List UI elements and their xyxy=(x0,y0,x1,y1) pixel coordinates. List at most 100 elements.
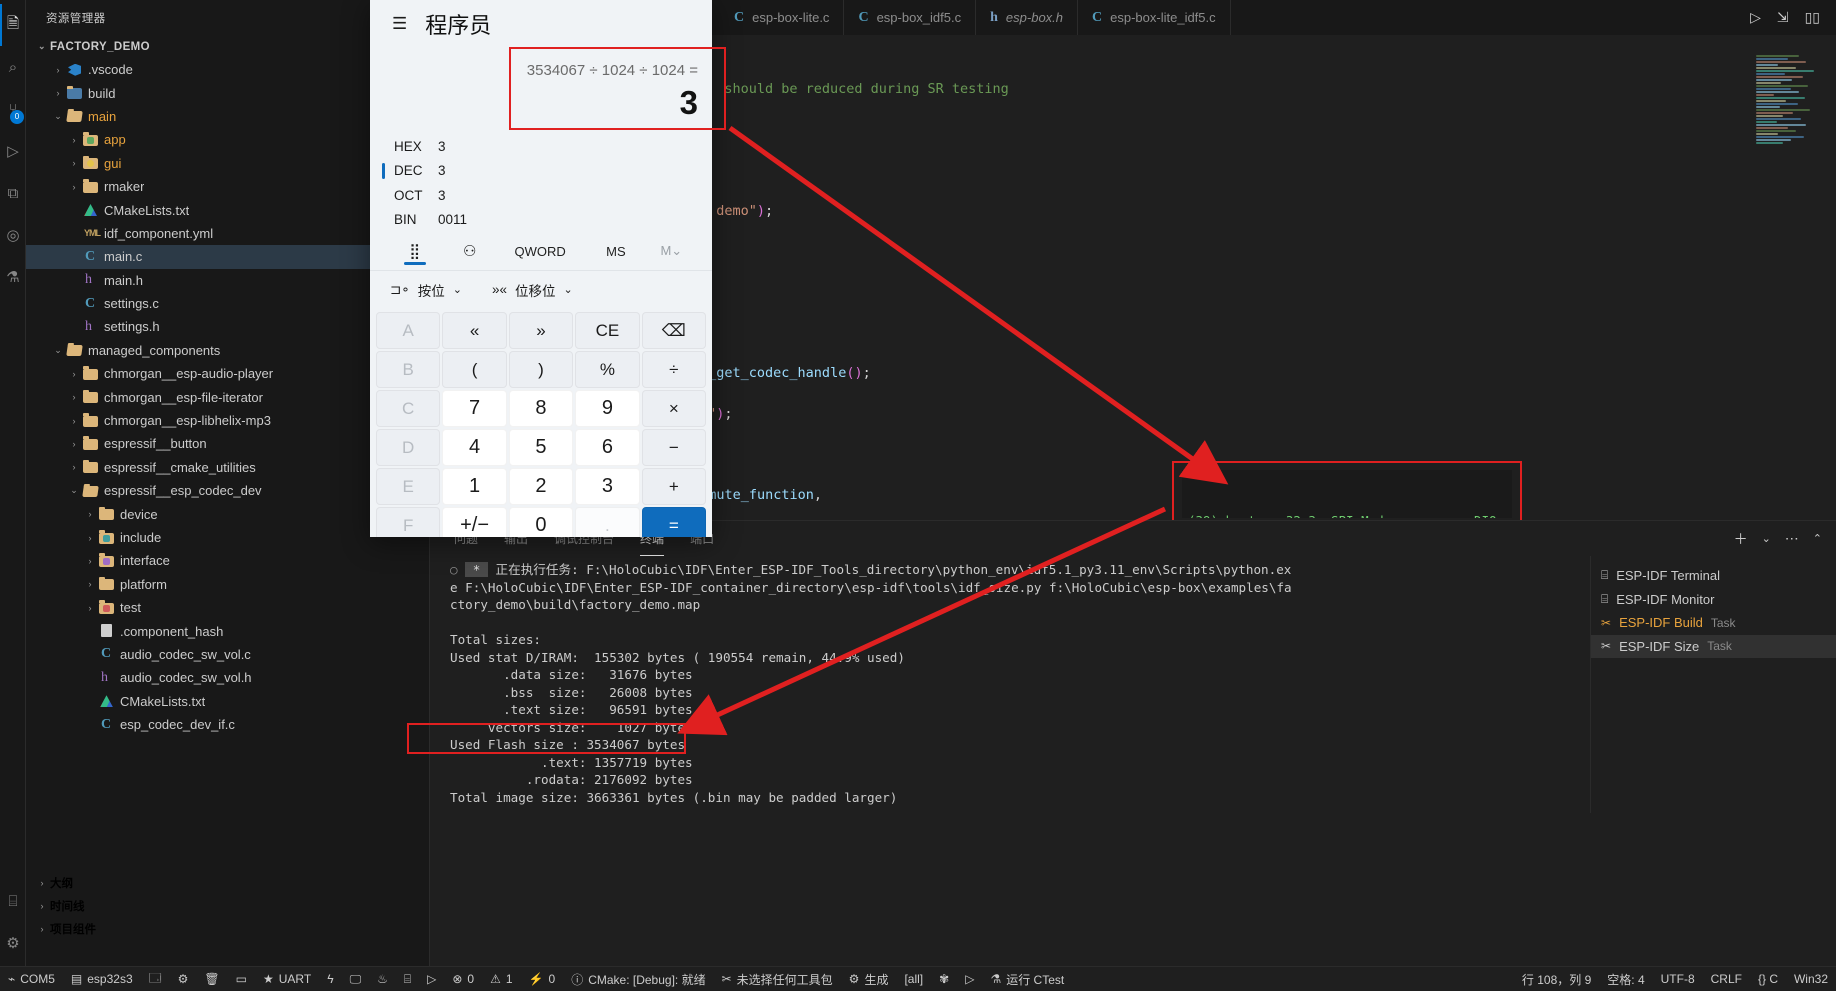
tree-folder[interactable]: › device xyxy=(26,502,429,525)
activity-remote-icon[interactable]: ⌸ xyxy=(0,880,26,922)
chevron-down-icon[interactable]: ⌄ xyxy=(1762,532,1771,545)
activity-explorer-icon[interactable]: 🗎 xyxy=(0,4,26,46)
word-size-button[interactable]: QWORD xyxy=(497,244,583,259)
status-item-1[interactable]: ⚠ 1 xyxy=(482,967,520,991)
more-icon[interactable]: ⋯ xyxy=(1785,530,1799,547)
terminal-list-item[interactable]: ✂ ESP-IDF Size Task xyxy=(1591,634,1836,658)
add-terminal-icon[interactable]: ＋ xyxy=(1734,529,1748,549)
status-right-item[interactable]: 行 108，列 9 xyxy=(1514,967,1599,991)
tree-folder[interactable]: › build xyxy=(26,81,429,104)
tree-folder[interactable]: ⌄ espressif__esp_codec_dev xyxy=(26,479,429,502)
tree-folder[interactable]: › rmaker xyxy=(26,175,429,198)
tree-file[interactable]: CMakeLists.txt xyxy=(26,198,429,221)
status-item-0[interactable]: ⊗ 0 xyxy=(444,967,482,991)
status-item-esp32s3[interactable]: ▤ esp32s3 xyxy=(63,967,141,991)
activity-source-control-icon[interactable]: ⑂ 0 xyxy=(0,88,26,130)
calc-key-2[interactable]: 2 xyxy=(508,468,574,505)
tree-file[interactable]: h settings.h xyxy=(26,315,429,338)
status-item-0[interactable]: ⚡ 0 xyxy=(521,967,564,991)
terminal-list-item[interactable]: ⌸ ESP-IDF Monitor xyxy=(1591,588,1836,612)
status-item-terminal-icon[interactable]: ⌸ xyxy=(396,967,419,991)
status-item-fire-icon[interactable]: ♨ xyxy=(369,967,396,991)
calc-key-5[interactable]: 5 xyxy=(508,429,574,466)
tree-file[interactable]: CMakeLists.txt xyxy=(26,690,429,713)
status-right-item[interactable]: UTF-8 xyxy=(1653,967,1703,991)
radix-row-oct[interactable]: OCT 3 xyxy=(394,183,712,208)
editor-tab[interactable]: Cesp-box_idf5.c xyxy=(844,0,977,35)
tree-folder[interactable]: ⌄ managed_components xyxy=(26,339,429,362)
tree-folder[interactable]: › platform xyxy=(26,573,429,596)
bitshift-dropdown[interactable]: »« 位移位 ⌄ xyxy=(492,280,573,300)
calc-key-[interactable]: = xyxy=(641,507,706,537)
status-right-item[interactable]: Win32 xyxy=(1786,967,1836,991)
chevron-up-icon[interactable]: ⌃ xyxy=(1813,532,1822,545)
keypad-icon[interactable]: ⣿ xyxy=(388,242,442,260)
tree-folder[interactable]: › include xyxy=(26,526,429,549)
status-right-item[interactable]: {} C xyxy=(1750,967,1786,991)
tree-folder[interactable]: › espressif__cmake_utilities xyxy=(26,456,429,479)
calc-key-[interactable]: × xyxy=(641,390,706,427)
tree-folder[interactable]: ⌄ main xyxy=(26,105,429,128)
hamburger-icon[interactable]: ☰ xyxy=(392,14,407,34)
sidebar-section-2[interactable]: › 项目组件 xyxy=(26,918,429,941)
tree-folder[interactable]: › interface xyxy=(26,549,429,572)
calc-key-[interactable]: +/− xyxy=(442,507,507,537)
activity-search-icon[interactable]: ⌕ xyxy=(0,46,26,88)
tree-file[interactable]: h main.h xyxy=(26,269,429,292)
memory-menu-button[interactable]: M⌄ xyxy=(649,243,694,259)
status-item-bolt-icon[interactable]: ϟ xyxy=(319,967,341,991)
calc-key-CE[interactable]: CE xyxy=(575,312,640,349)
editor-tab[interactable]: h esp-box.h xyxy=(976,0,1079,35)
status-item-box-icon[interactable]: ▭ xyxy=(228,967,255,991)
status-item-trash-icon[interactable]: 🗑 xyxy=(196,967,227,991)
calc-key-[interactable]: « xyxy=(442,312,507,349)
layout-icon[interactable]: ▯▯ xyxy=(1805,9,1820,26)
calc-key-[interactable]: » xyxy=(508,312,574,349)
tree-file[interactable]: Csettings.c xyxy=(26,292,429,315)
run-icon[interactable]: ▷ xyxy=(1750,9,1761,26)
calc-key-[interactable]: ⌫ xyxy=(641,312,706,349)
bitwise-dropdown[interactable]: ⊐∘ 按位 ⌄ xyxy=(390,280,462,300)
calc-key-[interactable]: − xyxy=(641,429,706,466)
status-item-flash-icon[interactable]: 🗔 xyxy=(141,967,170,991)
calc-key-8[interactable]: 8 xyxy=(508,390,574,427)
status-item-cmakedebug[interactable]: ⓘ CMake: [Debug]: 就绪 xyxy=(563,967,713,991)
sidebar-section-1[interactable]: › 时间线 xyxy=(26,894,429,917)
status-item-all[interactable]: [all] xyxy=(896,967,931,991)
tree-folder[interactable]: › test xyxy=(26,596,429,619)
radix-row-hex[interactable]: HEX 3 xyxy=(394,134,712,159)
tree-file[interactable]: Cesp_codec_dev_if.c xyxy=(26,713,429,736)
bitflip-icon[interactable]: ⚇ xyxy=(442,242,496,260)
calc-key-9[interactable]: 9 xyxy=(575,390,640,427)
tree-file[interactable]: h audio_codec_sw_vol.h xyxy=(26,666,429,689)
tree-folder[interactable]: › chmorgan__esp-file-iterator xyxy=(26,385,429,408)
calc-key-[interactable]: ÷ xyxy=(641,351,706,388)
explorer-root-folder[interactable]: ⌄ FACTORY_DEMO xyxy=(26,35,429,58)
calc-key-7[interactable]: 7 xyxy=(442,390,507,427)
activity-settings-icon[interactable]: ⚙ xyxy=(0,922,26,964)
activity-run-debug-icon[interactable]: ▷ xyxy=(0,130,26,172)
activity-extensions-icon[interactable]: ⧉ xyxy=(0,172,26,214)
status-item-gear-icon[interactable]: ⚙ xyxy=(170,967,197,991)
editor-minimap[interactable] xyxy=(1756,55,1828,355)
editor-tab[interactable]: Cesp-box-lite.c xyxy=(720,0,845,35)
calc-key-4[interactable]: 4 xyxy=(442,429,507,466)
tree-file[interactable]: .component_hash xyxy=(26,619,429,642)
status-item-monitor-icon[interactable]: 🖵 xyxy=(342,967,370,991)
calc-key-0[interactable]: 0 xyxy=(508,507,574,537)
terminal-list-item[interactable]: ⌸ ESP-IDF Terminal xyxy=(1591,564,1836,588)
radix-row-dec[interactable]: DEC 3 xyxy=(382,159,712,184)
memory-store-button[interactable]: MS xyxy=(583,244,648,259)
calc-key-[interactable]: + xyxy=(641,468,706,505)
status-item-bug-icon[interactable]: ✾ xyxy=(931,967,957,991)
tree-file[interactable]: Caudio_codec_sw_vol.c xyxy=(26,643,429,666)
activity-espressif-icon[interactable]: ◎ xyxy=(0,214,26,256)
calc-key-[interactable]: ( xyxy=(442,351,507,388)
status-item-uart[interactable]: ★ UART xyxy=(255,967,319,991)
tree-folder[interactable]: › .vscode xyxy=(26,58,429,81)
status-right-item[interactable]: 空格: 4 xyxy=(1599,967,1652,991)
calc-key-[interactable]: % xyxy=(575,351,640,388)
terminal-list-item[interactable]: ✂ ESP-IDF Build Task xyxy=(1591,611,1836,635)
status-item-play-icon[interactable]: ▷ xyxy=(957,967,982,991)
activity-testing-icon[interactable]: ⚗ xyxy=(0,256,26,298)
